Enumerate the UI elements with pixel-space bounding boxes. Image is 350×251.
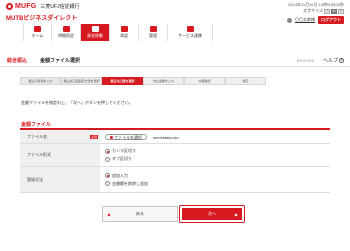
progress-steps: 振込元情報を入力 振込先口座指定方法を選択 振込先口座を選択 支払金額を入力 内…	[20, 77, 266, 85]
register-method-label: 登録方法	[20, 167, 100, 192]
action-buttons: ◀ 戻る 次へ ▶	[0, 205, 350, 223]
radio-label: タブ区切り	[112, 156, 132, 161]
statement-icon	[62, 26, 70, 32]
approve-icon	[120, 26, 128, 32]
home-icon	[34, 26, 41, 32]
step-item: 振込元情報を入力	[20, 77, 61, 85]
nav-item-admin[interactable]: 管理	[139, 24, 168, 41]
nav-label: ホーム	[31, 33, 44, 38]
section-title: 金額ファイル	[20, 121, 330, 130]
file-format-label: ファイル形式	[20, 144, 100, 166]
nav-item-statement[interactable]: 明細照会	[52, 24, 81, 41]
user-area: 〇〇太郎様 ログアウト	[287, 16, 344, 24]
radio-checked-icon	[105, 173, 110, 178]
screen-id: BSSF008	[296, 58, 314, 63]
nav-item-approve[interactable]: 承認	[110, 24, 139, 41]
breadcrumb: 総合振込	[7, 58, 28, 64]
step-item: 振込先口座指定方法を選択	[61, 77, 102, 85]
format-comma-radio[interactable]: カンマ区切り	[105, 148, 330, 154]
global-nav: ホーム 明細照会 資金移動 承認 管理 サービス連携	[23, 24, 229, 41]
radio-unchecked-icon	[105, 181, 110, 186]
brand-name: MUFG	[15, 3, 37, 10]
radio-label: 金額欄を削除し追加	[112, 180, 148, 186]
radio-checked-icon	[105, 148, 110, 154]
help-link[interactable]: ヘルプ ?	[323, 57, 344, 64]
radio-unchecked-icon	[105, 156, 110, 162]
page-title: 金額ファイル選択	[40, 58, 81, 64]
service-icon	[186, 26, 194, 32]
file-name-row: ファイル名 必須 ファイルを選択 sendddata.csv	[20, 131, 330, 144]
file-name-body: ファイルを選択 sendddata.csv	[100, 131, 330, 143]
chevron-right-icon: ▶	[234, 211, 238, 217]
radio-label: カンマ区切り	[112, 148, 136, 153]
help-label: ヘルプ	[322, 58, 338, 64]
nav-label: サービス連携	[178, 33, 202, 38]
method-append-radio[interactable]: 追加入力	[105, 173, 330, 179]
user-name-link[interactable]: 〇〇太郎様	[295, 17, 315, 23]
file-format-body: カンマ区切り タブ区切り	[100, 144, 330, 166]
title-bar: 総合振込 金額ファイル選択 BSSF008 ヘルプ ?	[0, 55, 350, 67]
file-icon	[110, 135, 113, 139]
back-button[interactable]: ◀ 戻る	[102, 206, 178, 222]
nav-label: 資金移動	[87, 33, 103, 38]
chevron-left-icon: ◀	[107, 211, 111, 217]
nav-label: 管理	[149, 33, 157, 38]
admin-icon	[149, 26, 157, 32]
brand-logo: MUFG 三菱UFJ信託銀行	[6, 3, 80, 10]
service-name: MUTBビジネスダイレクト	[6, 16, 78, 22]
back-label: 戻る	[136, 211, 144, 216]
instruction-text: 金額ファイルを指定の上、「次へ」ボタンを押してください。	[21, 100, 133, 105]
step-item: 支払金額を入力	[143, 77, 184, 85]
method-clear-append-radio[interactable]: 金額欄を削除し追加	[105, 181, 330, 187]
choose-file-button[interactable]: ファイルを選択	[105, 134, 147, 140]
bank-name: 三菱UFJ信託銀行	[40, 4, 80, 10]
header-utilities: 2014年11月19日 10時00分00秒 文字サイズ 小 中 大 〇〇太郎様 …	[226, 2, 346, 24]
font-size-medium-button[interactable]: 中	[331, 8, 337, 14]
mufg-logo-icon	[6, 3, 13, 10]
register-method-row: 登録方法 追加入力 金額欄を削除し追加	[20, 167, 330, 193]
font-size-large-button[interactable]: 大	[338, 8, 344, 14]
nav-item-transfer[interactable]: 資金移動	[81, 24, 110, 41]
format-tab-radio[interactable]: タブ区切り	[105, 156, 330, 162]
radio-label: 追加入力	[112, 172, 128, 178]
nav-label: 明細照会	[58, 33, 74, 38]
step-item: 内容確認	[184, 77, 225, 85]
required-badge: 必須	[89, 135, 98, 139]
nav-item-service[interactable]: サービス連携	[168, 24, 213, 41]
selected-file-name: sendddata.csv	[153, 134, 179, 140]
next-button[interactable]: 次へ ▶	[179, 205, 245, 223]
step-item: 確定	[225, 77, 266, 85]
next-label: 次へ	[208, 211, 216, 216]
font-size-control: 文字サイズ 小 中 大	[303, 8, 344, 14]
nav-label: 承認	[120, 33, 128, 38]
step-item-current: 振込先口座を選択	[102, 77, 143, 85]
logout-button[interactable]: ログアウト	[318, 16, 344, 24]
register-method-body: 追加入力 金額欄を削除し追加	[100, 167, 330, 192]
font-size-small-button[interactable]: 小	[324, 8, 330, 14]
help-icon: ?	[339, 58, 344, 63]
file-name-label: ファイル名 必須	[20, 131, 100, 143]
choose-file-label: ファイルを選択	[114, 134, 142, 140]
font-size-label: 文字サイズ	[303, 8, 323, 13]
user-icon	[287, 17, 292, 23]
file-form: ファイル名 必須 ファイルを選択 sendddata.csv ファイル形式 カン…	[20, 131, 330, 193]
header: MUFG 三菱UFJ信託銀行 MUTBビジネスダイレクト 2014年11月19日…	[0, 0, 350, 24]
file-format-row: ファイル形式 カンマ区切り タブ区切り	[20, 144, 330, 167]
nav-item-home[interactable]: ホーム	[23, 24, 52, 41]
file-name-label-text: ファイル名	[27, 134, 47, 139]
transfer-icon	[91, 26, 99, 32]
